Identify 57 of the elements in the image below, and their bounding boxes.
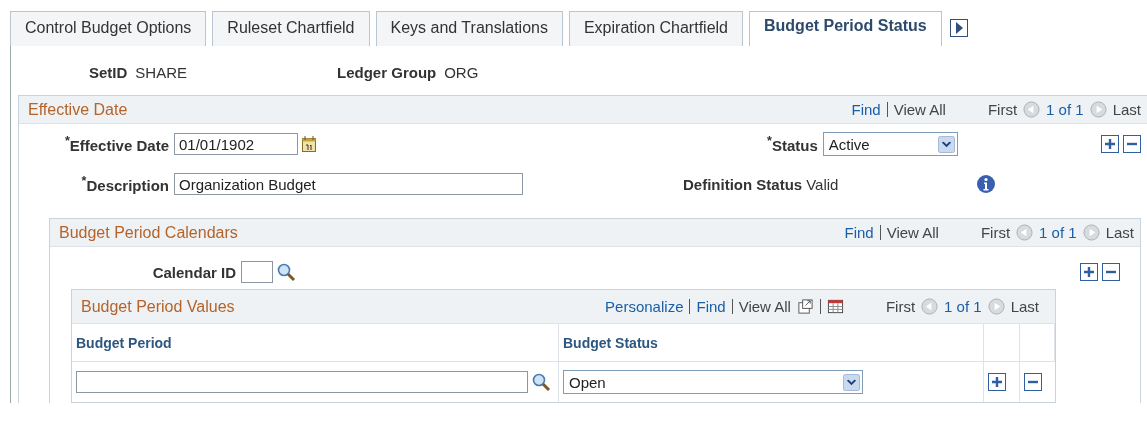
add-row-button[interactable] bbox=[1080, 263, 1098, 281]
delete-row-button[interactable] bbox=[1024, 373, 1042, 391]
column-header: Budget Period bbox=[72, 324, 559, 362]
view-all-link[interactable]: View All bbox=[738, 298, 791, 315]
next-tab-icon[interactable] bbox=[949, 19, 968, 37]
delete-row-button[interactable] bbox=[1123, 135, 1141, 153]
search-icon[interactable] bbox=[531, 372, 551, 392]
page-count: 1 of 1 bbox=[1039, 224, 1077, 241]
find-link[interactable]: Find bbox=[851, 101, 881, 118]
caret-icon bbox=[937, 135, 955, 153]
search-icon[interactable] bbox=[276, 262, 296, 282]
first-label: First bbox=[885, 298, 916, 315]
tab[interactable]: Control Budget Options bbox=[10, 11, 207, 46]
tab[interactable]: Budget Period Status bbox=[749, 11, 942, 46]
field-label: Definition Status bbox=[683, 175, 803, 193]
grid-title: Budget Period Values bbox=[81, 297, 235, 316]
page-count: 1 of 1 bbox=[1046, 101, 1084, 118]
first-label: First bbox=[987, 101, 1018, 118]
find-link[interactable]: Find bbox=[844, 224, 874, 241]
add-row-button[interactable] bbox=[988, 373, 1006, 391]
budget-status-dropdown[interactable]: Open bbox=[563, 370, 863, 394]
add-row-button[interactable] bbox=[1101, 135, 1119, 153]
find-link[interactable]: Find bbox=[696, 298, 726, 315]
budget-period-field[interactable] bbox=[76, 371, 528, 393]
date-field[interactable]: 01/01/1902 bbox=[174, 133, 298, 155]
field-label: SetID bbox=[89, 64, 128, 81]
new-window-icon[interactable] bbox=[796, 298, 814, 315]
view-all-link[interactable]: View All bbox=[886, 224, 939, 241]
calendar-icon[interactable] bbox=[301, 135, 317, 153]
first-label: First bbox=[980, 224, 1011, 241]
status-dropdown[interactable]: Active bbox=[822, 132, 958, 156]
caret-icon bbox=[843, 373, 860, 391]
last-label: Last bbox=[1010, 298, 1039, 315]
field-value: SHARE bbox=[135, 64, 188, 81]
info-icon[interactable] bbox=[976, 174, 997, 194]
grid-icon[interactable] bbox=[826, 298, 844, 315]
field-label: $^{*}$Status bbox=[767, 134, 819, 154]
field-label: $^{*}$Effective Date bbox=[63, 134, 170, 154]
personalize-link[interactable]: Personalize bbox=[605, 298, 684, 315]
delete-row-button[interactable] bbox=[1102, 263, 1120, 281]
page-count: 1 of 1 bbox=[944, 298, 982, 315]
view-all-link[interactable]: View All bbox=[893, 101, 946, 118]
field-label: Calendar ID bbox=[151, 263, 237, 281]
tab[interactable]: Expiration Chartfield bbox=[568, 11, 743, 46]
tab[interactable]: Ruleset Chartfield bbox=[212, 11, 370, 46]
last-label: Last bbox=[1105, 224, 1134, 241]
description-field[interactable]: Organization Budget bbox=[174, 173, 523, 195]
field-label: $^{*}$Description bbox=[80, 174, 170, 194]
column-header: Budget Status bbox=[559, 324, 984, 362]
last-label: Last bbox=[1112, 101, 1141, 118]
field-label: Ledger Group bbox=[337, 64, 437, 81]
tab[interactable]: Keys and Translations bbox=[375, 11, 563, 46]
calendar-id-field[interactable] bbox=[241, 261, 273, 283]
field-value: Valid bbox=[806, 175, 839, 193]
field-value: ORG bbox=[444, 64, 479, 81]
panel-title: Budget Period Calendars bbox=[59, 223, 238, 242]
panel-title: Effective Date bbox=[28, 100, 128, 119]
